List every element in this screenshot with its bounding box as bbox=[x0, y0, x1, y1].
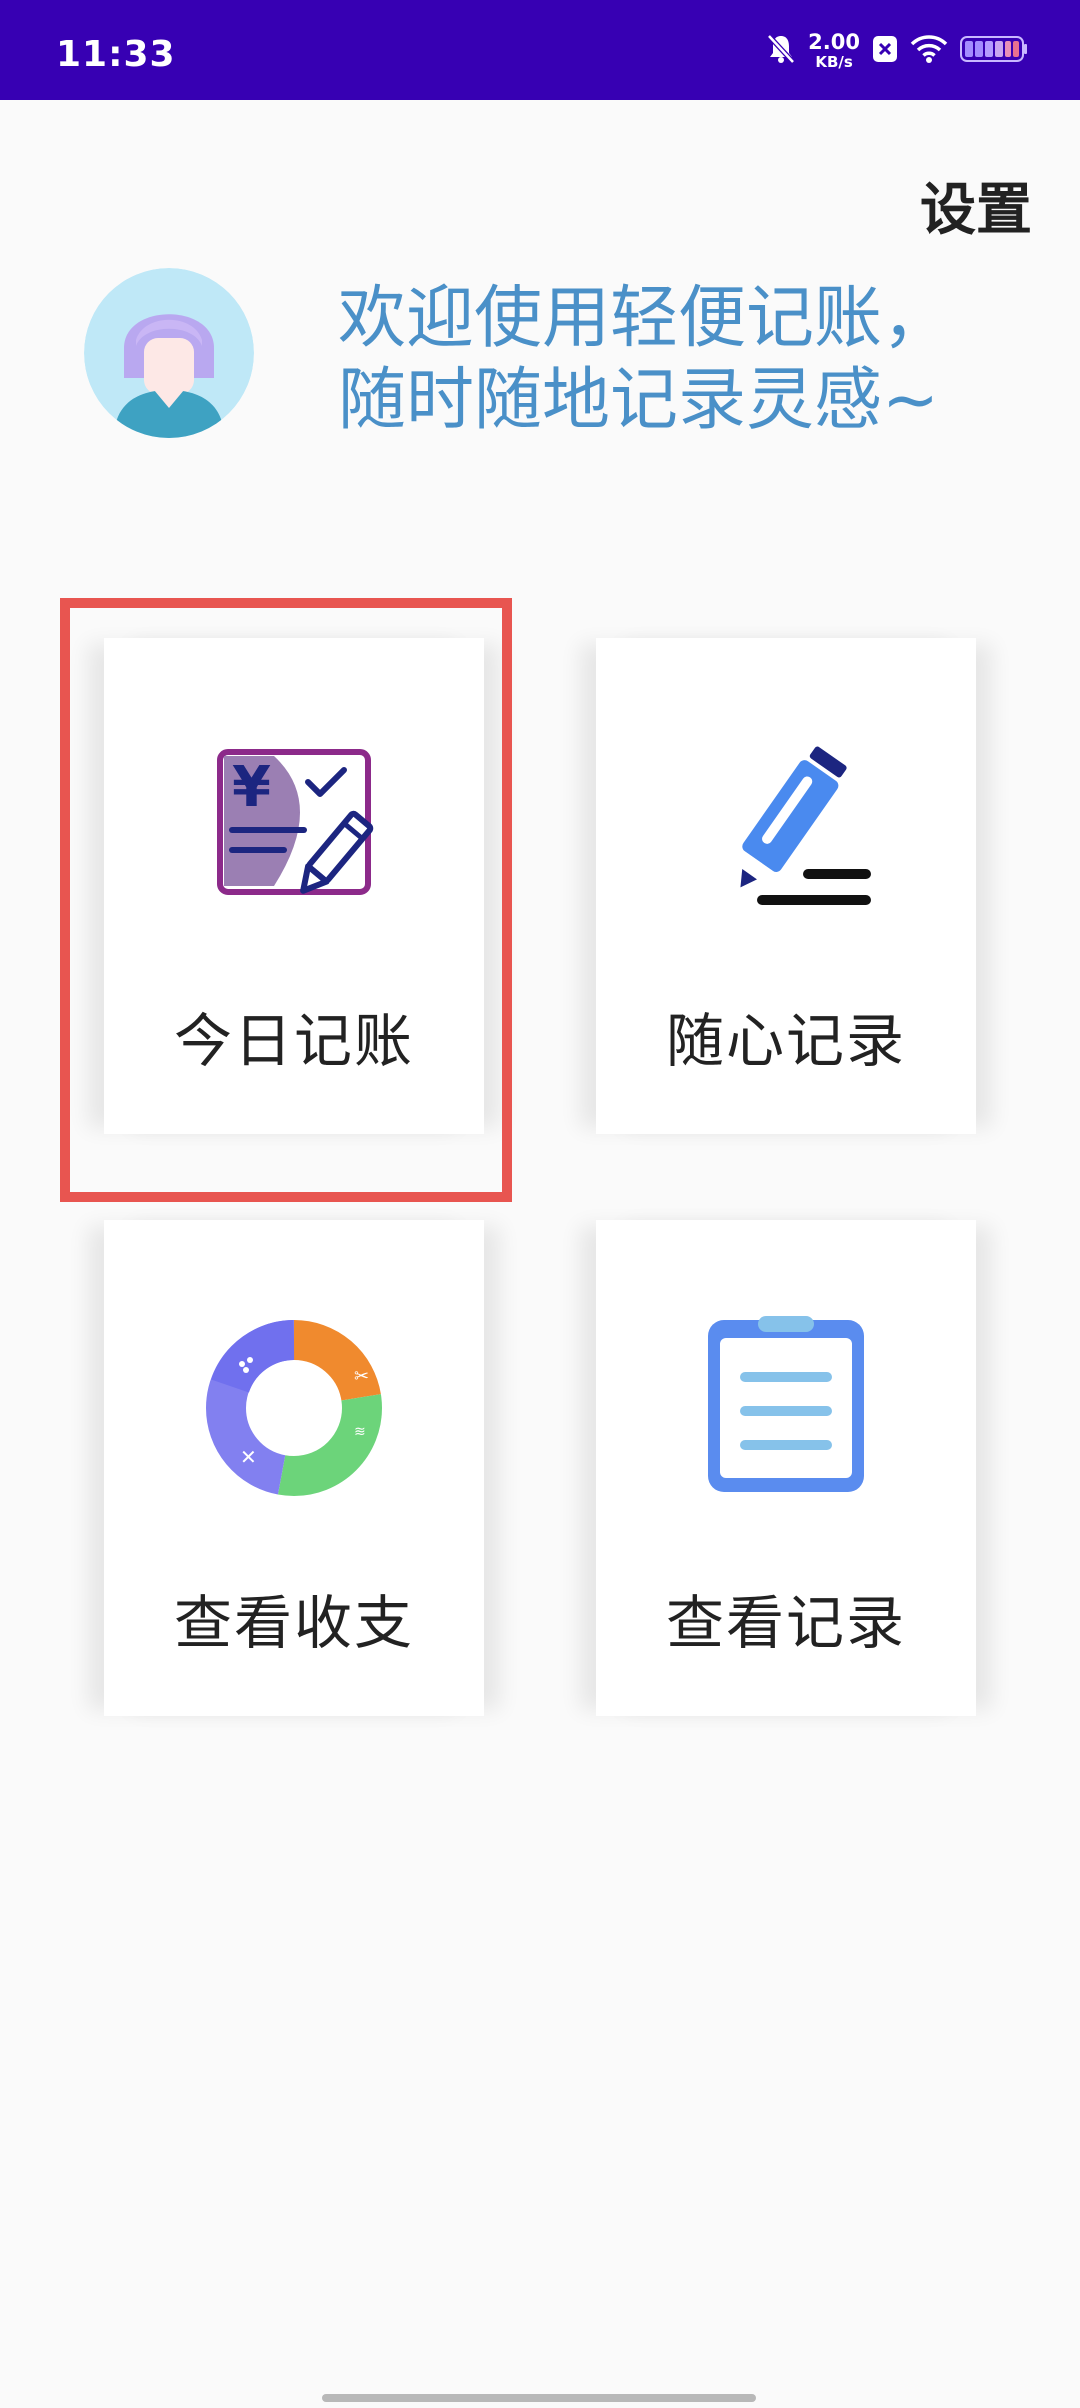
card-today-bookkeeping[interactable]: ¥ 今日记账 bbox=[104, 638, 484, 1134]
svg-text:¥: ¥ bbox=[232, 755, 271, 820]
status-bar: 11:33 2.00 KB/s bbox=[0, 0, 1080, 100]
net-speed: 2.00 KB/s bbox=[808, 32, 860, 70]
net-speed-value: 2.00 bbox=[808, 30, 860, 54]
close-box-icon bbox=[872, 35, 898, 67]
clipboard-list-icon bbox=[696, 1316, 876, 1496]
bell-muted-icon bbox=[766, 33, 796, 69]
pen-icon bbox=[696, 734, 876, 914]
battery-icon bbox=[960, 35, 1028, 67]
card-view-income-expense[interactable]: ✕ ✂ ≋ 查看收支 bbox=[104, 1220, 484, 1716]
svg-text:✂: ✂ bbox=[354, 1366, 369, 1387]
avatar[interactable] bbox=[84, 268, 254, 438]
card-label: 今日记账 bbox=[173, 1007, 414, 1075]
home-indicator[interactable] bbox=[322, 2394, 756, 2402]
wifi-icon bbox=[910, 34, 948, 68]
status-time: 11:33 bbox=[56, 34, 176, 75]
net-speed-unit: KB/s bbox=[815, 53, 853, 71]
status-icons: 2.00 KB/s bbox=[766, 28, 1028, 74]
welcome-line-1: 欢迎使用轻便记账， bbox=[338, 279, 951, 358]
card-free-notes[interactable]: 随心记录 bbox=[596, 638, 976, 1134]
card-label: 随心记录 bbox=[665, 1007, 906, 1075]
welcome-message: 欢迎使用轻便记账， 随时随地记录灵感~ bbox=[338, 278, 950, 442]
card-label: 查看记录 bbox=[665, 1589, 906, 1657]
svg-text:≋: ≋ bbox=[354, 1424, 366, 1440]
svg-text:✕: ✕ bbox=[240, 1445, 257, 1469]
settings-button[interactable]: 设置 bbox=[920, 165, 1032, 246]
card-view-records[interactable]: 查看记录 bbox=[596, 1220, 976, 1716]
welcome-line-2: 随时随地记录灵感~ bbox=[338, 361, 939, 440]
donut-chart-icon: ✕ ✂ ≋ bbox=[204, 1316, 384, 1496]
card-label: 查看收支 bbox=[173, 1589, 414, 1657]
bill-edit-icon: ¥ bbox=[204, 734, 384, 914]
